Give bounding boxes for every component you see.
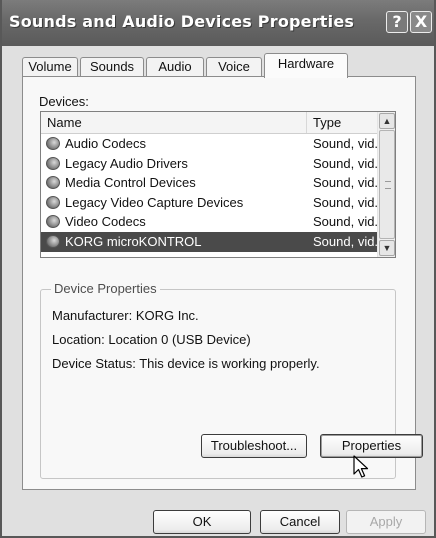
- device-type: Sound, vid...: [313, 214, 386, 230]
- speaker-device-icon: [46, 215, 60, 229]
- device-name: Legacy Video Capture Devices: [65, 194, 244, 210]
- device-name: Video Codecs: [65, 214, 146, 230]
- speaker-device-icon: [46, 195, 60, 209]
- speaker-device-icon: [46, 176, 60, 190]
- dialog-window: Sounds and Audio Devices Properties ? X …: [0, 0, 436, 538]
- manufacturer-text: Manufacturer: KORG Inc.: [52, 308, 199, 323]
- device-row-selected[interactable]: KORG microKONTROL Sound, vid...: [41, 231, 385, 252]
- column-header-name[interactable]: Name: [41, 112, 307, 133]
- device-status-text: Device Status: This device is working pr…: [52, 356, 320, 371]
- device-type: Sound, vid...: [313, 194, 386, 210]
- window-title: Sounds and Audio Devices Properties: [9, 12, 355, 31]
- device-row[interactable]: Legacy Audio Drivers Sound, vid...: [41, 154, 385, 174]
- properties-button[interactable]: Properties: [320, 434, 423, 458]
- device-name: KORG microKONTROL: [65, 233, 202, 249]
- hardware-tab-panel: Devices: Name Type Audio Codecs Sound, v…: [22, 76, 423, 490]
- scrollbar-thumb[interactable]: [379, 130, 395, 239]
- help-button[interactable]: ?: [386, 11, 408, 33]
- device-row[interactable]: Video Codecs Sound, vid...: [41, 212, 385, 232]
- device-name: Legacy Audio Drivers: [65, 155, 188, 171]
- tab-audio[interactable]: Audio: [146, 57, 204, 76]
- device-rows: Audio Codecs Sound, vid... Legacy Audio …: [41, 134, 385, 252]
- device-name: Audio Codecs: [65, 136, 146, 151]
- location-text: Location: Location 0 (USB Device): [52, 332, 251, 347]
- device-row[interactable]: Media Control Devices Sound, vid...: [41, 173, 385, 193]
- tab-sounds[interactable]: Sounds: [80, 57, 144, 76]
- title-bar[interactable]: Sounds and Audio Devices Properties ? X: [2, 0, 434, 46]
- devices-list[interactable]: Name Type Audio Codecs Sound, vid... Leg…: [40, 111, 396, 258]
- device-type: Sound, vid...: [313, 233, 386, 249]
- tab-volume[interactable]: Volume: [22, 57, 78, 76]
- tab-hardware[interactable]: Hardware: [264, 53, 348, 78]
- device-properties-group: Device Properties Manufacturer: KORG Inc…: [40, 281, 423, 479]
- devices-label: Devices:: [39, 94, 89, 109]
- vertical-scrollbar[interactable]: ▲ ▼: [377, 112, 395, 257]
- tab-voice[interactable]: Voice: [206, 57, 262, 76]
- speaker-device-icon: [46, 137, 60, 150]
- device-type: Sound, vid...: [313, 175, 386, 191]
- scroll-up-arrow-icon[interactable]: ▲: [379, 113, 395, 129]
- cancel-button[interactable]: Cancel: [260, 510, 340, 534]
- list-header: Name Type: [41, 112, 377, 134]
- speaker-device-icon: [46, 156, 60, 170]
- device-name: Media Control Devices: [65, 175, 196, 191]
- device-type: Sound, vid...: [313, 136, 386, 151]
- group-title: Device Properties: [51, 281, 160, 296]
- mouse-pointer-icon: [353, 455, 369, 478]
- ok-button[interactable]: OK: [153, 510, 251, 534]
- troubleshoot-button[interactable]: Troubleshoot...: [201, 434, 307, 458]
- scroll-down-arrow-icon[interactable]: ▼: [379, 240, 395, 256]
- column-header-type[interactable]: Type: [307, 112, 377, 133]
- device-type: Sound, vid...: [313, 155, 386, 171]
- apply-button[interactable]: Apply: [346, 510, 426, 534]
- device-row[interactable]: Legacy Video Capture Devices Sound, vid.…: [41, 193, 385, 213]
- speaker-device-icon: [46, 234, 60, 248]
- thumb-grip-icon: [385, 181, 391, 189]
- device-row[interactable]: Audio Codecs Sound, vid...: [41, 134, 385, 154]
- close-button[interactable]: X: [410, 11, 432, 33]
